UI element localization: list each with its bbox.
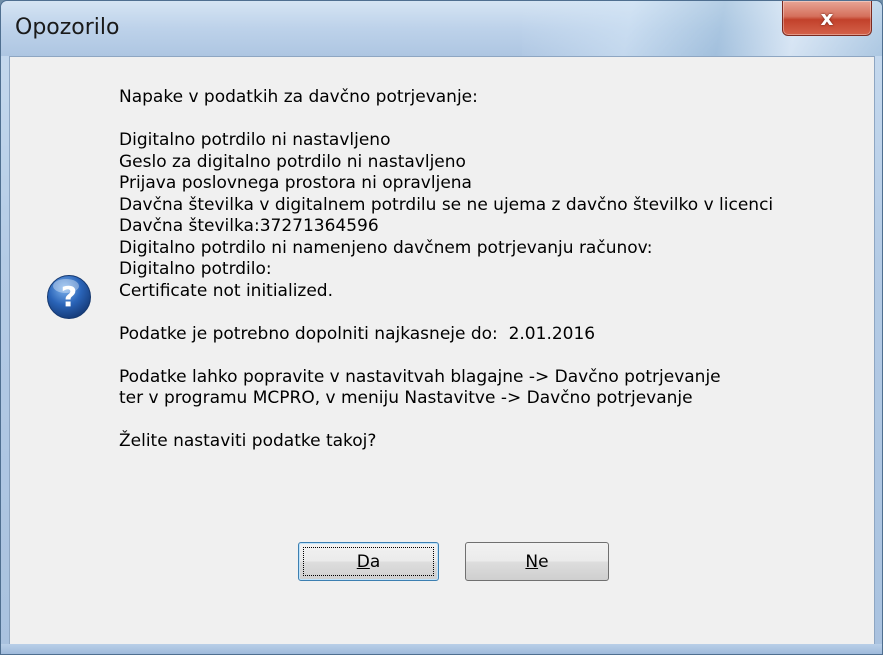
message-line: Prijava poslovnega prostora ni opravljen…	[119, 173, 472, 193]
dialog-body: ? Napake v podatkih za davčno potrjevanj…	[9, 56, 875, 648]
message-line: Digitalno potrdilo:	[119, 259, 272, 279]
message-line: Davčna številka v digitalnem potrdilu se…	[119, 194, 774, 215]
message-deadline: Podatke je potrebno dopolniti najkasneje…	[119, 323, 596, 344]
yes-button[interactable]: Da	[298, 542, 439, 581]
message-line: Certificate not initialized.	[119, 280, 334, 301]
question-icon: ?	[47, 275, 91, 319]
message-line: Podatke lahko popravite v nastavitvah bl…	[119, 366, 721, 387]
message-question: Želite nastaviti podatke takoj?	[119, 431, 377, 451]
dialog-window: Opozorilo x ? Napake v podatkih za davčn…	[0, 0, 883, 655]
focus-rectangle	[303, 547, 434, 576]
no-button-access-key: N	[525, 551, 539, 572]
message-line: Davčna številka:37271364596	[119, 216, 379, 236]
no-button-label: e	[538, 551, 549, 572]
window-frame-bottom	[1, 644, 882, 654]
message-line: Digitalno potrdilo ni nastavljeno	[119, 130, 391, 150]
message-line: ter v programu MCPRO, v meniju Nastavitv…	[119, 388, 693, 408]
svg-text:?: ?	[61, 280, 77, 313]
title-bar[interactable]: Opozorilo x	[1, 1, 882, 56]
no-button[interactable]: Ne	[465, 542, 609, 581]
dialog-title: Opozorilo	[15, 15, 120, 40]
close-button[interactable]: x	[782, 1, 872, 36]
message-text: Napake v podatkih za davčno potrjevanje:…	[119, 87, 773, 453]
message-heading: Napake v podatkih za davčno potrjevanje:	[119, 87, 478, 107]
message-line: Geslo za digitalno potrdilo ni nastavlje…	[119, 151, 466, 172]
message-line: Digitalno potrdilo ni namenjeno davčnem …	[119, 237, 653, 258]
close-icon: x	[820, 6, 834, 30]
